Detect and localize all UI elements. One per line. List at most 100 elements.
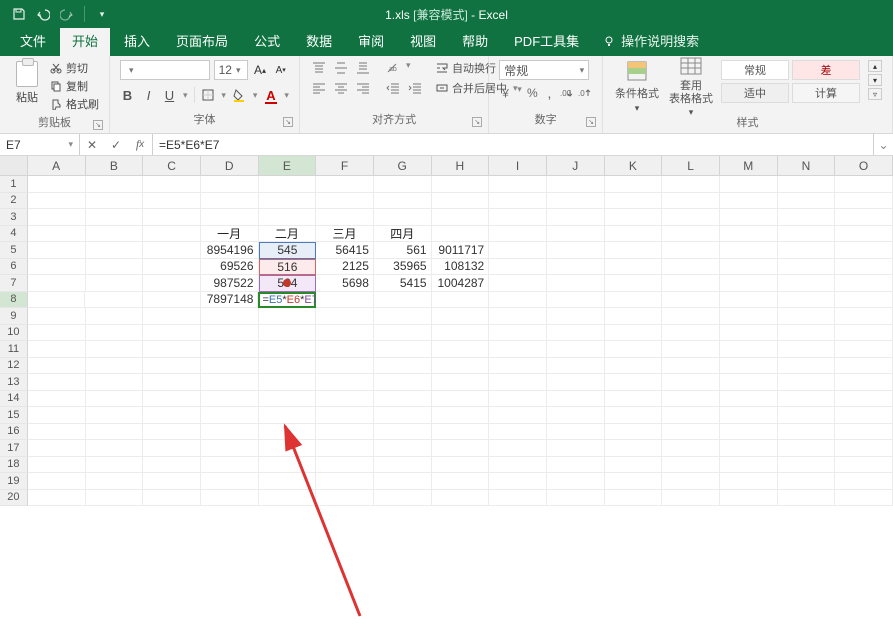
cell-B7[interactable]	[86, 275, 144, 292]
cell-J5[interactable]	[547, 242, 605, 259]
cell-E11[interactable]	[259, 341, 317, 358]
cell-G1[interactable]	[374, 176, 432, 193]
orientation-icon[interactable]: ab	[384, 60, 402, 76]
cell-G7[interactable]: 5415	[374, 275, 432, 292]
cell-I10[interactable]	[489, 325, 547, 342]
cell-B19[interactable]	[86, 473, 144, 490]
cell-O17[interactable]	[835, 440, 893, 457]
cell-J10[interactable]	[547, 325, 605, 342]
cell-H15[interactable]	[432, 407, 490, 424]
cell-H2[interactable]	[432, 193, 490, 210]
cell-L14[interactable]	[662, 391, 720, 408]
cell-I16[interactable]	[489, 424, 547, 441]
col-header-C[interactable]: C	[143, 156, 201, 175]
cell-F10[interactable]	[316, 325, 374, 342]
cell-L6[interactable]	[662, 259, 720, 276]
cell-L3[interactable]	[662, 209, 720, 226]
cell-D7[interactable]: 987522	[201, 275, 259, 292]
tell-me-search[interactable]: 操作说明搜索	[593, 26, 709, 56]
cell-F11[interactable]	[316, 341, 374, 358]
cell-L16[interactable]	[662, 424, 720, 441]
cell-J17[interactable]	[547, 440, 605, 457]
cell-N19[interactable]	[778, 473, 836, 490]
cell-A1[interactable]	[28, 176, 86, 193]
cell-A13[interactable]	[28, 374, 86, 391]
cell-N12[interactable]	[778, 358, 836, 375]
cell-J11[interactable]	[547, 341, 605, 358]
save-icon[interactable]	[12, 7, 26, 21]
redo-icon[interactable]	[60, 7, 74, 21]
cell-B2[interactable]	[86, 193, 144, 210]
cell-C9[interactable]	[143, 308, 201, 325]
cell-N10[interactable]	[778, 325, 836, 342]
cell-G4[interactable]: 四月	[374, 226, 432, 243]
cell-A14[interactable]	[28, 391, 86, 408]
cell-C3[interactable]	[143, 209, 201, 226]
cell-J16[interactable]	[547, 424, 605, 441]
align-middle-icon[interactable]	[332, 60, 350, 76]
paste-button[interactable]: 粘贴	[10, 60, 44, 106]
cell-H4[interactable]	[432, 226, 490, 243]
cell-A15[interactable]	[28, 407, 86, 424]
cell-E9[interactable]	[259, 308, 317, 325]
cell-N11[interactable]	[778, 341, 836, 358]
cell-D3[interactable]	[201, 209, 259, 226]
cell-C14[interactable]	[143, 391, 201, 408]
cell-K10[interactable]	[605, 325, 663, 342]
cell-I19[interactable]	[489, 473, 547, 490]
cell-L12[interactable]	[662, 358, 720, 375]
cell-H14[interactable]	[432, 391, 490, 408]
decrease-indent-icon[interactable]	[384, 80, 402, 96]
cell-B14[interactable]	[86, 391, 144, 408]
cell-G3[interactable]	[374, 209, 432, 226]
col-header-D[interactable]: D	[201, 156, 259, 175]
cell-N4[interactable]	[778, 226, 836, 243]
cell-M3[interactable]	[720, 209, 778, 226]
gallery-up-icon[interactable]: ▴	[868, 60, 882, 72]
cell-H10[interactable]	[432, 325, 490, 342]
style-bad[interactable]: 差	[792, 60, 860, 80]
cell-D1[interactable]	[201, 176, 259, 193]
row-header-17[interactable]: 17	[0, 440, 28, 457]
tab-file[interactable]: 文件	[8, 26, 58, 56]
cell-A12[interactable]	[28, 358, 86, 375]
cell-I7[interactable]	[489, 275, 547, 292]
style-normal[interactable]: 常规	[721, 60, 789, 80]
cell-B18[interactable]	[86, 457, 144, 474]
cell-I4[interactable]	[489, 226, 547, 243]
cell-O15[interactable]	[835, 407, 893, 424]
cell-L4[interactable]	[662, 226, 720, 243]
cell-O18[interactable]	[835, 457, 893, 474]
cell-M4[interactable]	[720, 226, 778, 243]
cell-H16[interactable]	[432, 424, 490, 441]
cell-B11[interactable]	[86, 341, 144, 358]
alignment-launcher[interactable]: ↘	[472, 117, 482, 127]
cell-B9[interactable]	[86, 308, 144, 325]
cell-M9[interactable]	[720, 308, 778, 325]
cell-D6[interactable]: 69526	[201, 259, 259, 276]
cell-N1[interactable]	[778, 176, 836, 193]
cell-B6[interactable]	[86, 259, 144, 276]
col-header-I[interactable]: I	[489, 156, 547, 175]
cell-M16[interactable]	[720, 424, 778, 441]
row-header-10[interactable]: 10	[0, 325, 28, 342]
col-header-B[interactable]: B	[86, 156, 144, 175]
align-top-icon[interactable]	[310, 60, 328, 76]
cell-I11[interactable]	[489, 341, 547, 358]
cell-M17[interactable]	[720, 440, 778, 457]
cell-K11[interactable]	[605, 341, 663, 358]
cell-O8[interactable]	[835, 292, 893, 309]
cell-C16[interactable]	[143, 424, 201, 441]
cell-D14[interactable]	[201, 391, 259, 408]
cell-M10[interactable]	[720, 325, 778, 342]
cell-F16[interactable]	[316, 424, 374, 441]
tab-formulas[interactable]: 公式	[242, 26, 292, 56]
cell-F14[interactable]	[316, 391, 374, 408]
cell-B12[interactable]	[86, 358, 144, 375]
cell-D17[interactable]	[201, 440, 259, 457]
cell-M13[interactable]	[720, 374, 778, 391]
cell-G2[interactable]	[374, 193, 432, 210]
tab-home[interactable]: 开始	[60, 26, 110, 56]
cell-F1[interactable]	[316, 176, 374, 193]
cell-A4[interactable]	[28, 226, 86, 243]
